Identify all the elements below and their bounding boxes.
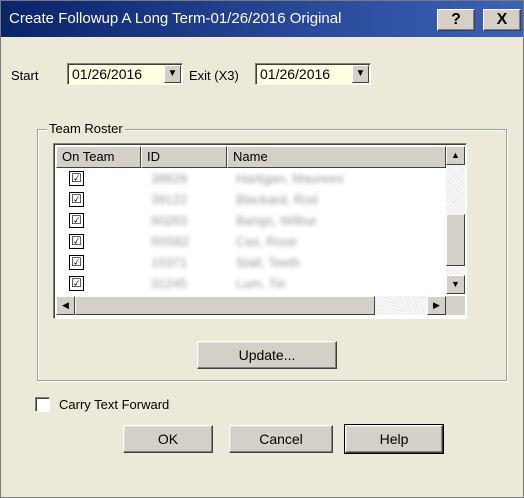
carry-text-forward-checkbox[interactable] xyxy=(35,397,50,412)
row-id: 90283 xyxy=(151,213,188,228)
column-header-id[interactable]: ID xyxy=(141,146,227,168)
exit-date-value: 01/26/2016 xyxy=(260,66,331,82)
row-id: 38829 xyxy=(151,171,188,186)
row-name: Bangs, Wilbur xyxy=(236,213,317,228)
scroll-left-icon[interactable]: ◀ xyxy=(56,296,75,315)
row-id: 31245 xyxy=(151,276,188,291)
ok-button[interactable]: OK xyxy=(123,425,213,453)
row-name: Hartigan, Maureen xyxy=(236,171,344,186)
on-team-checkbox[interactable]: ☑ xyxy=(69,171,84,186)
on-team-checkbox[interactable]: ☑ xyxy=(69,192,84,207)
help-title-button[interactable]: ? xyxy=(437,9,475,31)
roster-rows: ☑ 38829 Hartigan, Maureen ☑ 39122 Blacka… xyxy=(56,168,446,294)
help-button[interactable]: Help xyxy=(344,424,444,454)
table-row[interactable]: ☑ 31245 Lum, Tin xyxy=(56,273,446,294)
scroll-right-icon[interactable]: ▶ xyxy=(427,296,446,315)
update-button[interactable]: Update... xyxy=(197,341,337,369)
table-row[interactable]: ☑ R0582 Cas, Rose xyxy=(56,231,446,252)
chevron-down-icon[interactable]: ▼ xyxy=(352,65,369,83)
start-date-combo[interactable]: 01/26/2016 ▼ xyxy=(67,63,183,85)
start-label: Start xyxy=(11,68,39,83)
carry-text-forward-label: Carry Text Forward xyxy=(59,397,170,412)
row-name: Blackard, Rod xyxy=(236,192,318,207)
on-team-checkbox[interactable]: ☑ xyxy=(69,213,84,228)
dialog-window: Create Followup A Long Term-01/26/2016 O… xyxy=(0,0,524,498)
scroll-corner xyxy=(446,296,465,315)
table-row[interactable]: ☑ 39122 Blackard, Rod xyxy=(56,189,446,210)
scroll-up-icon[interactable]: ▲ xyxy=(446,146,465,165)
row-name: Lum, Tin xyxy=(236,276,286,291)
close-button[interactable]: X xyxy=(483,9,521,31)
table-row[interactable]: ☑ 90283 Bangs, Wilbur xyxy=(56,210,446,231)
chevron-down-icon[interactable]: ▼ xyxy=(164,65,181,83)
row-name: Cas, Rose xyxy=(236,234,297,249)
vertical-scrollbar[interactable]: ▲ ▼ xyxy=(446,146,465,294)
column-header-name[interactable]: Name xyxy=(227,146,446,168)
start-date-value: 01/26/2016 xyxy=(72,66,143,82)
row-name: Stall, Teeth xyxy=(236,255,301,270)
on-team-checkbox[interactable]: ☑ xyxy=(69,234,84,249)
row-id: 39122 xyxy=(151,192,188,207)
on-team-checkbox[interactable]: ☑ xyxy=(69,255,84,270)
horizontal-scrollbar[interactable]: ◀ ▶ xyxy=(56,296,446,315)
roster-list[interactable]: On Team ID Name ☑ 38829 Hartigan, Mauree… xyxy=(53,143,467,319)
team-roster-label: Team Roster xyxy=(47,121,125,136)
on-team-checkbox[interactable]: ☑ xyxy=(69,276,84,291)
table-row[interactable]: ☑ 15371 Stall, Teeth xyxy=(56,252,446,273)
column-header-on-team[interactable]: On Team xyxy=(56,146,141,168)
row-id: R0582 xyxy=(151,234,190,249)
row-id: 15371 xyxy=(151,255,188,270)
cancel-button[interactable]: Cancel xyxy=(229,425,333,453)
exit-label: Exit (X3) xyxy=(189,68,239,83)
window-title: Create Followup A Long Term-01/26/2016 O… xyxy=(9,10,342,27)
horizontal-scroll-thumb[interactable] xyxy=(75,296,375,315)
exit-date-combo[interactable]: 01/26/2016 ▼ xyxy=(255,63,371,85)
scroll-down-icon[interactable]: ▼ xyxy=(446,275,465,294)
table-row[interactable]: ☑ 38829 Hartigan, Maureen xyxy=(56,168,446,189)
title-bar[interactable]: Create Followup A Long Term-01/26/2016 O… xyxy=(1,1,523,37)
vertical-scroll-thumb[interactable] xyxy=(446,214,465,266)
list-header: On Team ID Name xyxy=(56,146,446,168)
